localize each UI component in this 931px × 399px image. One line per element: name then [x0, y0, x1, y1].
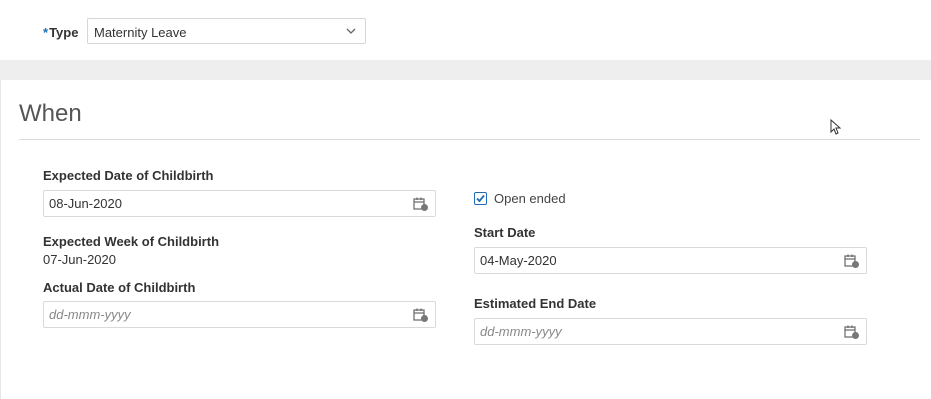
actual-date-input[interactable]	[44, 302, 435, 327]
estimated-end-date-label: Estimated End Date	[474, 296, 597, 311]
chevron-down-icon	[346, 28, 356, 34]
type-label: *Type	[43, 25, 78, 40]
type-select-value: Maternity Leave	[94, 25, 187, 40]
calendar-icon[interactable]	[844, 324, 860, 340]
actual-date-field[interactable]	[43, 301, 436, 328]
type-section: *Type Maternity Leave	[0, 0, 931, 60]
mouse-pointer-icon	[830, 119, 841, 135]
checkmark-icon	[476, 194, 485, 203]
type-select[interactable]: Maternity Leave	[87, 18, 366, 44]
calendar-icon[interactable]	[413, 196, 429, 212]
calendar-icon[interactable]	[844, 253, 860, 269]
start-date-field[interactable]	[474, 247, 867, 274]
type-label-text: Type	[49, 25, 79, 40]
expected-date-label: Expected Date of Childbirth	[43, 168, 214, 183]
section-divider-band	[0, 60, 931, 80]
open-ended-checkbox[interactable]	[474, 192, 487, 205]
start-date-input[interactable]	[475, 248, 866, 273]
required-marker: *	[43, 25, 49, 40]
expected-date-input[interactable]	[44, 191, 435, 216]
expected-week-value: 07-Jun-2020	[43, 252, 116, 267]
estimated-end-date-input[interactable]	[475, 319, 866, 344]
when-section-rule	[19, 139, 920, 140]
start-date-label: Start Date	[474, 225, 536, 240]
calendar-icon[interactable]	[413, 307, 429, 323]
estimated-end-date-field[interactable]	[474, 318, 867, 345]
expected-date-field[interactable]	[43, 190, 436, 217]
expected-week-label: Expected Week of Childbirth	[43, 234, 220, 249]
open-ended-label[interactable]: Open ended	[494, 191, 566, 206]
actual-date-label: Actual Date of Childbirth	[43, 280, 196, 295]
when-section-title: When	[19, 100, 82, 127]
